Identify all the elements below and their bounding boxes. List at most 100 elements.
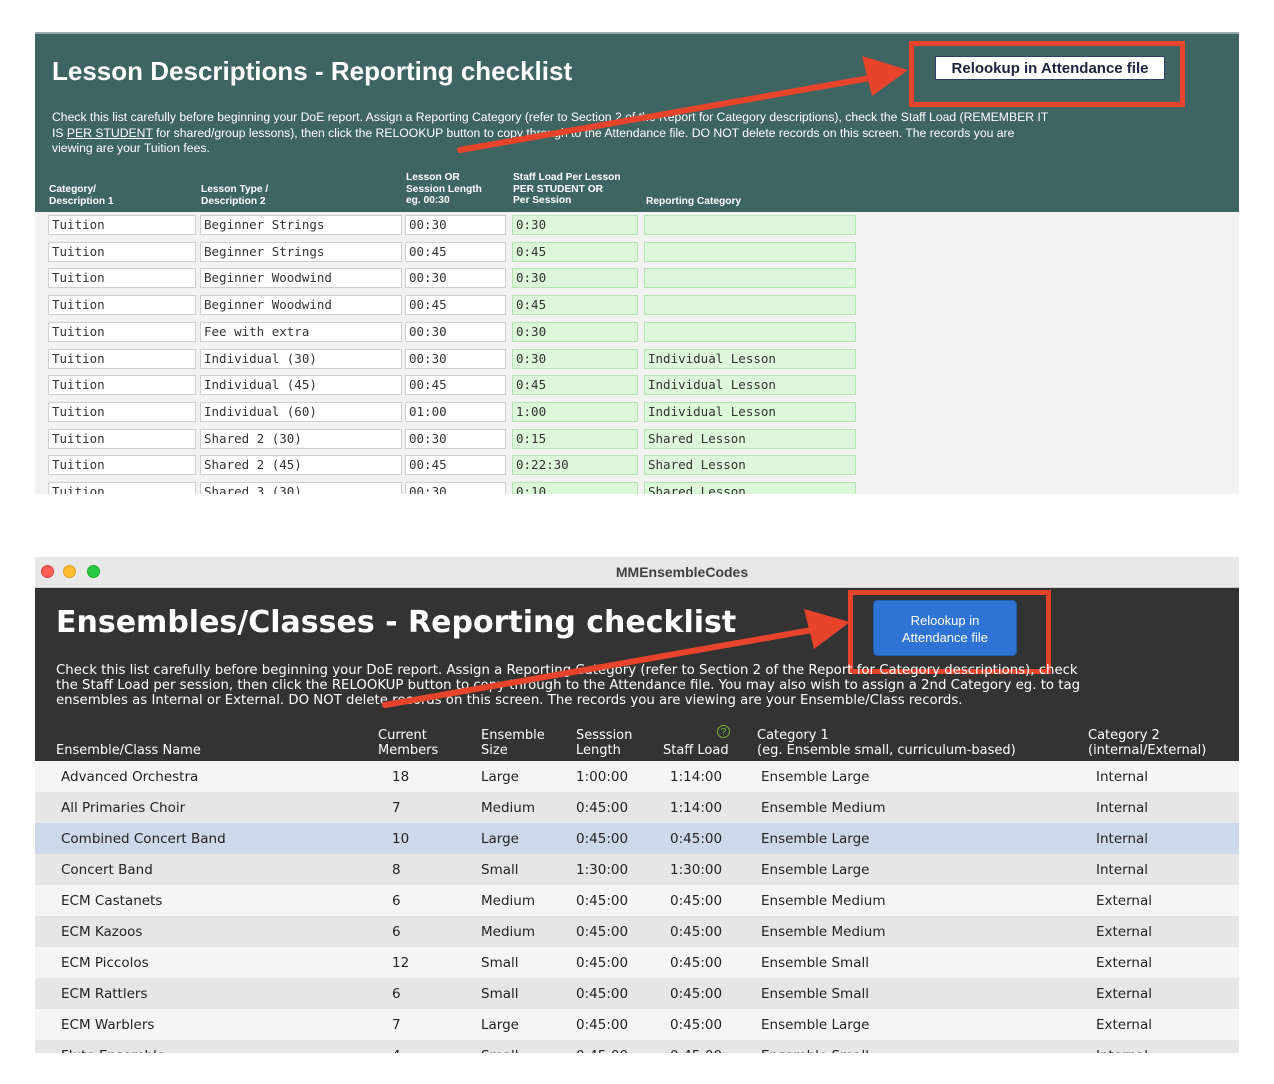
staff-load-cell[interactable]: 0:45 [512,375,638,396]
table-row[interactable]: Flute Ensemble 4 Small 0:45:00 0:45:00 Ensemb… [35,1040,1239,1053]
lesson-type-cell[interactable]: Fee with extra [200,321,402,342]
category-cell[interactable]: Tuition [48,295,196,316]
ensemble-name: All Primaries Choir [61,800,186,816]
lesson-type-cell[interactable]: Shared 2 (30) [200,428,402,449]
column-header-length: Sesssion Length [576,728,633,758]
reporting-category-cell[interactable]: Shared Lesson [644,455,856,476]
table-row[interactable]: ECM Warblers 7 Large 0:45:00 0:45:00 Ensemble… [35,1009,1239,1040]
length-cell[interactable]: 00:30 [405,215,506,235]
staff-load-cell[interactable]: 0:10 [512,482,638,494]
length-cell[interactable]: 01:00 [405,401,506,422]
length-cell[interactable]: 00:45 [405,455,506,476]
category2-value: Internal [1096,831,1149,847]
reporting-category-cell[interactable]: Individual Lesson [644,348,856,369]
category-cell[interactable]: Tuition [48,482,196,494]
reporting-category-cell[interactable] [644,295,856,316]
category2-value: External [1096,986,1153,1002]
length-cell[interactable]: 00:45 [405,241,506,262]
staff-load-value: 0:45:00 [670,893,723,909]
table-row[interactable]: ECM Piccolos 12 Small 0:45:00 0:45:00 Ensembl… [35,947,1239,978]
category-cell[interactable]: Tuition [48,215,196,235]
table-row[interactable]: All Primaries Choir 7 Medium 0:45:00 1:14:00… [35,792,1239,823]
category-cell[interactable]: Tuition [48,241,196,262]
ensemble-name: ECM Kazoos [61,924,143,940]
column-header-category2: Category 2 (internal/External) [1088,728,1207,758]
staff-load-cell[interactable]: 0:30 [512,215,638,235]
column-header-size: Ensemble Size [481,728,545,758]
ensembles-header: Ensembles/Classes - Reporting checklist … [35,588,1239,761]
category1-value: Ensemble Large [761,1017,870,1033]
length-cell[interactable]: 00:30 [405,321,506,342]
table-row[interactable]: ECM Rattlers 6 Small 0:45:00 0:45:00 Ensemble… [35,978,1239,1009]
table-row[interactable]: ECM Kazoos 6 Medium 0:45:00 0:45:00 Ensemble … [35,916,1239,947]
lesson-type-cell[interactable]: Individual (30) [200,348,402,369]
lesson-type-cell[interactable]: Shared 2 (45) [200,455,402,476]
lesson-header: Lesson Descriptions - Reporting checklis… [35,34,1239,212]
category-cell[interactable]: Tuition [48,348,196,369]
column-header-length: Lesson OR Session Length eg. 00:30 [406,172,482,206]
size-value: Large [481,769,519,785]
category-cell[interactable]: Tuition [48,428,196,449]
reporting-category-cell[interactable] [644,215,856,235]
lesson-type-cell[interactable]: Individual (60) [200,401,402,422]
staff-load-cell[interactable]: 0:45 [512,241,638,262]
category-cell[interactable]: Tuition [48,455,196,476]
table-row[interactable]: Combined Concert Band 10 Large 0:45:00 0:45:… [35,823,1239,854]
table-row: Tuition Individual (60) 01:00 1:00 Individua… [35,399,1239,426]
size-value: Small [481,862,519,878]
help-icon[interactable]: ? [717,725,730,738]
category-cell[interactable]: Tuition [48,401,196,422]
staff-load-cell[interactable]: 0:30 [512,321,638,342]
table-row: Tuition Beginner Strings 00:45 0:45 [35,239,1239,266]
category2-value: External [1096,1017,1153,1033]
size-value: Large [481,1017,519,1033]
reporting-category-cell[interactable]: Shared Lesson [644,482,856,494]
staff-load-value: 0:45:00 [670,1017,723,1033]
lesson-descriptions-panel: Lesson Descriptions - Reporting checklis… [35,32,1239,494]
size-value: Medium [481,924,535,940]
lesson-type-cell[interactable]: Beginner Woodwind [200,268,402,289]
length-cell[interactable]: 00:30 [405,268,506,289]
staff-load-cell[interactable]: 1:00 [512,401,638,422]
staff-load-cell[interactable]: 0:45 [512,295,638,316]
ensemble-name: ECM Piccolos [61,955,149,971]
staff-load-cell[interactable]: 0:30 [512,348,638,369]
members-value: 6 [392,986,401,1002]
size-value: Medium [481,800,535,816]
size-value: Small [481,1048,519,1053]
reporting-category-cell[interactable] [644,241,856,262]
staff-load-cell[interactable]: 0:22:30 [512,455,638,476]
staff-load-cell[interactable]: 0:15 [512,428,638,449]
length-cell[interactable]: 00:45 [405,295,506,316]
lesson-type-cell[interactable]: Beginner Woodwind [200,295,402,316]
reporting-category-cell[interactable]: Shared Lesson [644,428,856,449]
members-value: 4 [392,1048,401,1053]
reporting-category-cell[interactable]: Individual Lesson [644,401,856,422]
category-cell[interactable]: Tuition [48,321,196,342]
table-row[interactable]: Concert Band 8 Small 1:30:00 1:30:00 Ensemble… [35,854,1239,885]
table-row[interactable]: Advanced Orchestra 18 Large 1:00:00 1:14:00 E… [35,761,1239,792]
length-value: 1:00:00 [576,769,629,785]
category-cell[interactable]: Tuition [48,375,196,396]
lesson-type-cell[interactable]: Individual (45) [200,375,402,396]
lesson-type-cell[interactable]: Beginner Strings [200,215,402,235]
category-cell[interactable]: Tuition [48,268,196,289]
table-row[interactable]: ECM Castanets 6 Medium 0:45:00 0:45:00 Ensemb… [35,885,1239,916]
table-row: Tuition Beginner Strings 00:30 0:30 [35,212,1239,239]
window-title: MMEnsembleCodes [615,564,749,580]
length-cell[interactable]: 00:30 [405,348,506,369]
length-cell[interactable]: 00:30 [405,482,506,494]
lesson-type-cell[interactable]: Shared 3 (30) [200,482,402,494]
column-header-members: Current Members [378,728,439,758]
staff-load-cell[interactable]: 0:30 [512,268,638,289]
category1-value: Ensemble Medium [761,924,886,940]
ensemble-name: Advanced Orchestra [61,769,199,785]
length-cell[interactable]: 00:30 [405,428,506,449]
length-cell[interactable]: 00:45 [405,375,506,396]
category1-value: Ensemble Large [761,769,870,785]
reporting-category-cell[interactable] [644,268,856,289]
reporting-category-cell[interactable] [644,321,856,342]
reporting-category-cell[interactable]: Individual Lesson [644,375,856,396]
lesson-type-cell[interactable]: Beginner Strings [200,241,402,262]
table-row: Tuition Fee with extra 00:30 0:30 [35,319,1239,346]
